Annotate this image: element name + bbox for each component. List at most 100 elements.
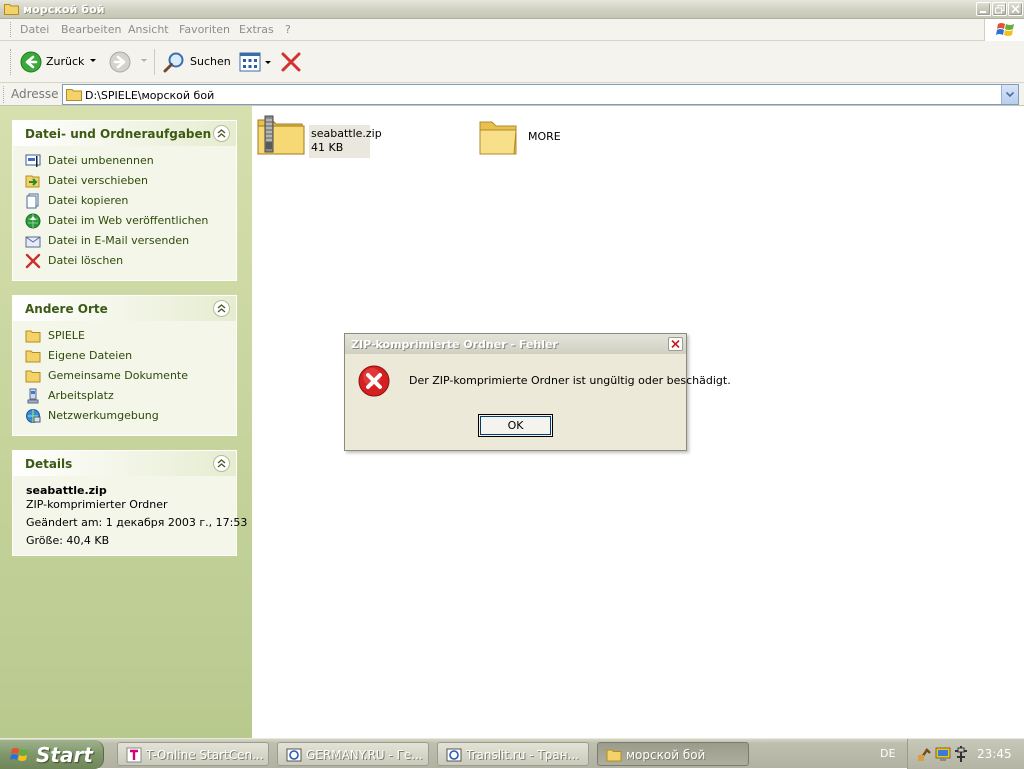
clock[interactable]: 23:45 [977, 747, 1012, 761]
back-button[interactable]: Zurück [18, 49, 103, 75]
back-label: Zurück [46, 55, 85, 68]
menu-ansicht[interactable]: Ansicht [128, 23, 169, 36]
error-icon [358, 365, 390, 397]
language-indicator[interactable]: DE [880, 747, 895, 760]
toolbar: Zurück Suchen [0, 41, 1024, 83]
details-file-type: ZIP-komprimierter Ordner [26, 498, 168, 511]
menu-bar: Datei Bearbeiten Ansicht Favoriten Extra… [0, 19, 1024, 41]
address-label: Adresse [11, 87, 59, 101]
windows-flag-icon [10, 748, 28, 761]
chevron-down-icon [265, 61, 271, 64]
details-panel: Details seabattle.zip ZIP-komprimierter … [12, 450, 247, 556]
search-icon [163, 52, 184, 73]
minimize-icon [980, 11, 986, 13]
task-delete-label: Datei löschen [48, 254, 124, 267]
menu-help[interactable]: ? [285, 23, 291, 36]
address-grip [3, 86, 6, 103]
email-icon [25, 236, 41, 248]
ok-button[interactable]: OK [478, 414, 553, 437]
task-email-label: Datei in E-Mail versenden [48, 234, 190, 247]
chevron-down-icon [141, 59, 147, 62]
collapse-button[interactable] [213, 300, 230, 317]
close-button[interactable] [1008, 2, 1023, 16]
tray-network-icon[interactable] [953, 745, 969, 763]
folder-icon [66, 89, 82, 101]
folder-item[interactable]: MORE [478, 116, 568, 160]
search-label: Suchen [190, 55, 231, 68]
address-path: D:\SPIELE\морской бой [85, 89, 215, 102]
folder-icon [4, 4, 19, 15]
close-icon [671, 340, 680, 348]
folder-icon [25, 350, 41, 363]
details-file-name: seabattle.zip [26, 484, 107, 497]
windows-logo [984, 19, 1024, 41]
task-move-label: Datei verschieben [48, 174, 148, 187]
minimize-button[interactable] [976, 2, 991, 16]
zip-folder-icon [257, 115, 305, 155]
folder-icon [25, 330, 41, 343]
chevron-double-up-icon [217, 129, 226, 138]
taskbar-button-label: Translit.ru - Тран... [466, 748, 579, 762]
file-item[interactable]: seabattle.zip 41 KB [256, 114, 382, 160]
menu-grip [10, 22, 13, 37]
task-copy-label: Datei kopieren [48, 194, 129, 207]
taskbar: Start T-Online StartCen... GERMANY.RU - … [0, 738, 1024, 769]
place-spiele-label: SPIELE [48, 329, 85, 342]
task-web-publish-label: Datei im Web veröffentlichen [48, 214, 209, 227]
delete-icon [25, 253, 41, 269]
other-places-header[interactable]: Andere Orte [13, 296, 236, 321]
file-tasks-header[interactable]: Datei- und Ordneraufgaben [13, 121, 236, 146]
dialog-titlebar[interactable]: ZIP-komprimierte Ordner - Fehler [345, 334, 686, 354]
collapse-button[interactable] [213, 125, 230, 142]
computer-icon [27, 388, 39, 404]
details-modified: Geändert am: 1 декабря 2003 г., 17:53 [26, 516, 248, 529]
folder-icon [479, 121, 517, 155]
toolbar-grip [10, 49, 13, 75]
taskbar-button-explorer[interactable]: морской бой [597, 742, 749, 766]
taskbar-button-label: морской бой [626, 748, 706, 762]
search-button[interactable]: Suchen [161, 49, 233, 75]
views-button[interactable] [236, 49, 274, 75]
task-pane: Datei- und Ordneraufgaben Datei umbenenn… [0, 106, 252, 738]
taskbar-button-germany[interactable]: GERMANY.RU - Ге... [277, 742, 429, 766]
window-title: морской бой [23, 3, 105, 16]
taskbar-button-translit[interactable]: Translit.ru - Тран... [437, 742, 589, 766]
taskbar-button-tonline[interactable]: T-Online StartCen... [117, 742, 269, 766]
back-arrow-icon [20, 51, 42, 73]
forward-button[interactable] [107, 49, 151, 75]
folder-icon [606, 749, 622, 762]
file-size: 41 KB [311, 141, 344, 154]
dialog-close-button[interactable] [668, 337, 683, 351]
tray-display-icon[interactable] [935, 746, 951, 762]
address-dropdown-button[interactable] [1001, 85, 1018, 104]
t-online-icon [126, 747, 142, 763]
views-grid-icon [239, 52, 261, 72]
start-button[interactable]: Start [0, 740, 104, 769]
file-name: seabattle.zip [311, 127, 382, 140]
network-icon [26, 409, 41, 423]
maximize-button[interactable] [992, 2, 1007, 16]
folder-icon [25, 370, 41, 383]
collapse-button[interactable] [213, 455, 230, 472]
place-netzwerkumgebung-label: Netzwerkumgebung [48, 409, 159, 422]
menu-datei[interactable]: Datei [20, 23, 49, 36]
menu-bearbeiten[interactable]: Bearbeiten [61, 23, 121, 36]
taskbar-button-label: T-Online StartCen... [146, 748, 264, 762]
taskbar-button-label: GERMANY.RU - Ге... [306, 748, 423, 762]
menu-extras[interactable]: Extras [239, 23, 274, 36]
window-titlebar[interactable]: морской бой [0, 0, 1024, 19]
place-eigene-dateien-label: Eigene Dateien [48, 349, 133, 362]
toolbar-separator [154, 49, 155, 75]
chevron-double-up-icon [217, 304, 226, 313]
tray-tools-icon[interactable] [917, 746, 933, 762]
chevron-down-icon [1006, 92, 1014, 97]
file-tasks-title: Datei- und Ordneraufgaben [25, 127, 212, 141]
chevron-double-up-icon [217, 459, 226, 468]
menu-favoriten[interactable]: Favoriten [179, 23, 230, 36]
place-gemeinsame-dokumente-label: Gemeinsame Dokumente [48, 369, 188, 382]
details-header[interactable]: Details [13, 451, 236, 476]
place-arbeitsplatz-label: Arbeitsplatz [48, 389, 114, 402]
address-input[interactable]: D:\SPIELE\морской бой [62, 84, 1019, 105]
delete-toolbar-button[interactable] [278, 50, 304, 74]
close-icon [1011, 5, 1020, 14]
